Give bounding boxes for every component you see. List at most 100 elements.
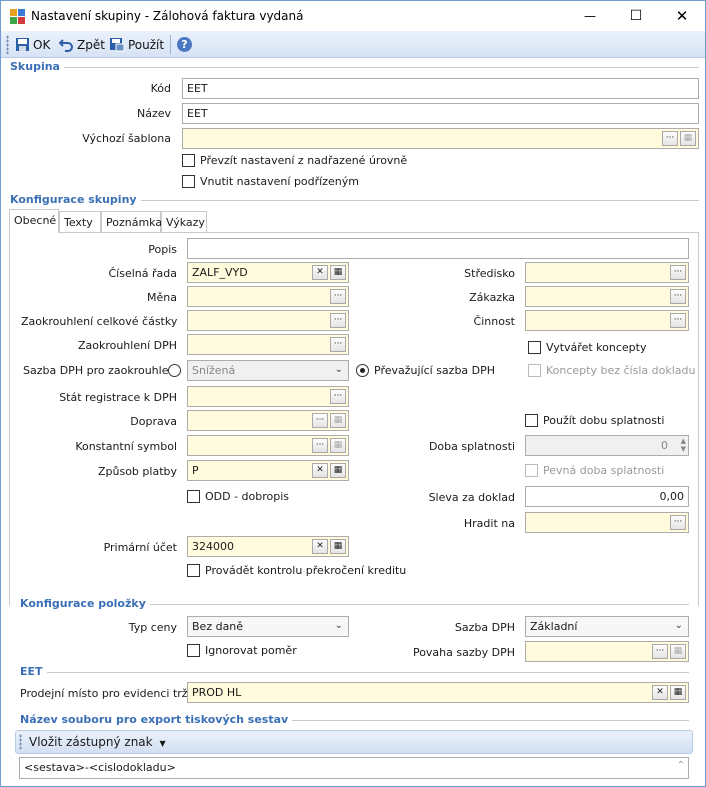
- nazev-label: Název: [136, 107, 171, 120]
- chevron-down-icon: ⌄: [334, 364, 343, 375]
- tab-texty[interactable]: Texty: [59, 211, 101, 232]
- help-button[interactable]: ?: [177, 35, 192, 54]
- browse-icon[interactable]: ···: [670, 265, 686, 280]
- picker-icon[interactable]: ▦: [330, 438, 346, 453]
- koncepty-bez-cisla-checkbox: [528, 364, 541, 377]
- prevazujici-radio[interactable]: [356, 364, 369, 377]
- picker-icon[interactable]: ▦: [330, 463, 346, 478]
- clear-icon[interactable]: ✕: [312, 539, 328, 554]
- zpusob-platby-label: Způsob platby: [97, 465, 177, 478]
- vlozit-dropdown[interactable]: Vložit zástupný znak ▼: [29, 735, 166, 749]
- stat-registrace-field[interactable]: ···: [187, 386, 349, 407]
- picker-icon[interactable]: ▦: [330, 265, 346, 280]
- vytvaret-koncepty-checkbox[interactable]: [528, 341, 541, 354]
- minimize-button[interactable]: —: [567, 1, 613, 31]
- ciselna-rada-field[interactable]: ZALF_VYD ✕ ▦: [187, 262, 349, 283]
- picker-icon[interactable]: ▦: [330, 413, 346, 428]
- nazev-field[interactable]: EET: [182, 103, 699, 124]
- picker-icon[interactable]: ▦: [670, 685, 686, 700]
- konst-symbol-field[interactable]: ··· ▦: [187, 435, 349, 456]
- browse-icon[interactable]: ···: [662, 131, 678, 146]
- skupina-divider: [11, 67, 699, 68]
- sazba-dph-combo[interactable]: Základní ⌄: [525, 616, 689, 637]
- primarni-ucet-field[interactable]: 324000 ✕ ▦: [187, 536, 349, 557]
- popis-field[interactable]: [187, 238, 689, 259]
- prodejni-misto-field[interactable]: PROD HL ✕ ▦: [187, 682, 689, 703]
- browse-icon[interactable]: ···: [330, 313, 346, 328]
- vnutit-label: Vnutit nastavení podřízeným: [200, 175, 359, 188]
- snizena-value: Snížená: [192, 364, 236, 377]
- clear-icon[interactable]: ✕: [312, 463, 328, 478]
- povaha-field[interactable]: ··· ▦: [525, 641, 689, 662]
- back-label: Zpět: [77, 37, 105, 52]
- eet-divider: [21, 672, 689, 673]
- apply-button[interactable]: Použít: [109, 35, 164, 54]
- clear-icon[interactable]: ✕: [312, 265, 328, 280]
- sablona-label: Výchozí šablona: [82, 132, 171, 145]
- sleva-field[interactable]: 0,00: [525, 486, 689, 507]
- minimize-icon: —: [584, 9, 596, 23]
- povaha-label: Povaha sazby DPH: [412, 646, 515, 659]
- picker-icon[interactable]: ▦: [670, 644, 686, 659]
- odd-checkbox[interactable]: [187, 490, 200, 503]
- popis-label: Popis: [148, 243, 177, 256]
- zpusob-platby-field[interactable]: P ✕ ▦: [187, 460, 349, 481]
- mena-field[interactable]: ···: [187, 286, 349, 307]
- browse-icon[interactable]: ···: [312, 438, 328, 453]
- kontrola-kreditu-checkbox[interactable]: [187, 564, 200, 577]
- pouzit-dobu-checkbox[interactable]: [525, 414, 538, 427]
- browse-icon[interactable]: ···: [652, 644, 668, 659]
- typ-ceny-combo[interactable]: Bez daně ⌄: [187, 616, 349, 637]
- zaokrouhleni-dph-field[interactable]: ···: [187, 334, 349, 355]
- picker-icon[interactable]: ▦: [680, 131, 696, 146]
- title-bar: Nastavení skupiny - Zálohová faktura vyd…: [1, 1, 705, 31]
- tab-poznamka[interactable]: Poznámka: [101, 211, 162, 232]
- ignorovat-checkbox[interactable]: [187, 644, 200, 657]
- zakazka-field[interactable]: ···: [525, 286, 689, 307]
- tab-vykazy[interactable]: Výkazy: [161, 211, 207, 232]
- cinnost-field[interactable]: ···: [525, 310, 689, 331]
- browse-icon[interactable]: ···: [330, 289, 346, 304]
- apply-label: Použít: [128, 37, 165, 52]
- browse-icon[interactable]: ···: [330, 337, 346, 352]
- typ-ceny-value: Bez daně: [192, 620, 244, 633]
- browse-icon[interactable]: ···: [670, 313, 686, 328]
- stredisko-field[interactable]: ···: [525, 262, 689, 283]
- export-template-field[interactable]: <sestava>-<cislodokladu> ⌃: [19, 757, 689, 779]
- clear-icon[interactable]: ✕: [652, 685, 668, 700]
- close-button[interactable]: ✕: [659, 1, 705, 31]
- dropdown-arrow-icon: ▼: [159, 739, 166, 748]
- prevzit-label: Převzít nastavení z nadřazené úrovně: [200, 154, 408, 167]
- browse-icon[interactable]: ···: [670, 289, 686, 304]
- kod-label: Kód: [150, 82, 171, 95]
- snizena-radio[interactable]: [168, 364, 181, 377]
- eet-heading: EET: [20, 665, 47, 678]
- prodejni-misto-value: PROD HL: [192, 686, 242, 699]
- ok-button[interactable]: OK: [15, 35, 50, 54]
- browse-icon[interactable]: ···: [312, 413, 328, 428]
- sablona-field[interactable]: ··· ▦: [182, 128, 699, 149]
- toolbar-grip[interactable]: [6, 35, 9, 54]
- hradit-na-field[interactable]: ···: [525, 512, 689, 533]
- toolbar-grip[interactable]: [19, 734, 22, 750]
- pevna-doba-label: Pevná doba splatnosti: [543, 464, 665, 477]
- maximize-button[interactable]: ☐: [613, 1, 659, 31]
- picker-icon[interactable]: ▦: [330, 539, 346, 554]
- scroll-up-icon[interactable]: ⌃: [677, 760, 685, 771]
- browse-icon[interactable]: ···: [330, 389, 346, 404]
- ok-label: OK: [33, 37, 51, 52]
- zaokrouhleni-celk-field[interactable]: ···: [187, 310, 349, 331]
- stat-registrace-label: Stát registrace k DPH: [59, 391, 177, 404]
- spinner-icon: ▲ ▼: [680, 437, 686, 453]
- doprava-field[interactable]: ··· ▦: [187, 410, 349, 431]
- snizena-combo: Snížená ⌄: [187, 360, 349, 381]
- maximize-icon: ☐: [629, 8, 643, 24]
- prevzit-checkbox[interactable]: [182, 154, 195, 167]
- ignorovat-label: Ignorovat poměr: [205, 644, 297, 657]
- back-button[interactable]: Zpět: [59, 35, 105, 54]
- close-icon: ✕: [675, 7, 689, 25]
- tab-obecne[interactable]: Obecné: [9, 209, 59, 233]
- browse-icon[interactable]: ···: [670, 515, 686, 530]
- vnutit-checkbox[interactable]: [182, 175, 195, 188]
- kod-field[interactable]: EET: [182, 78, 699, 99]
